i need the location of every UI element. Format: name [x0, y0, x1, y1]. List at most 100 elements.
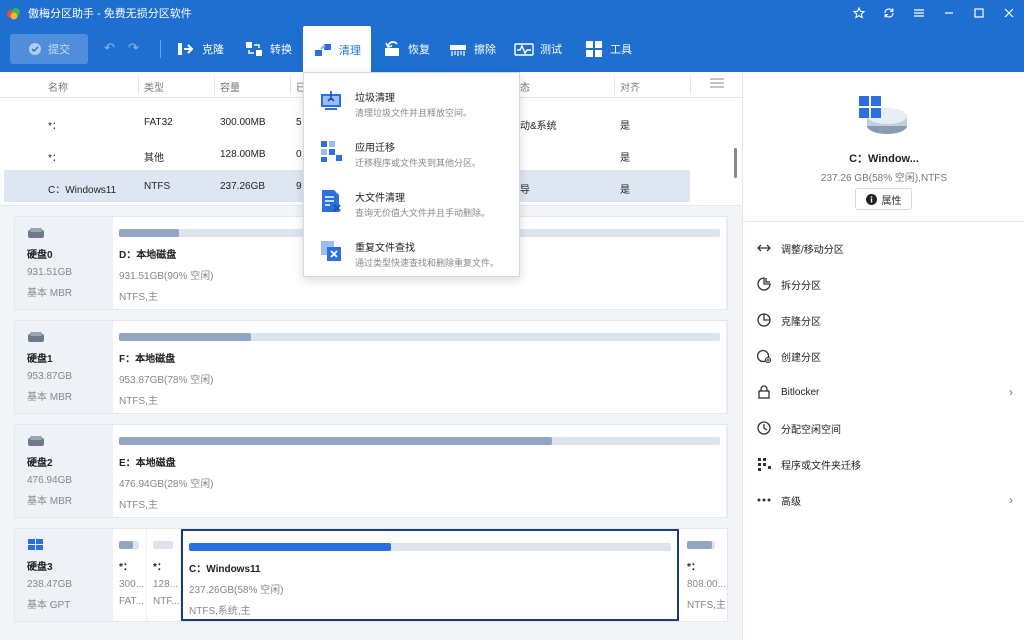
- partition-block-selected[interactable]: C：Windows11 237.26GB(58% 空闲) NTFS,系统,主: [181, 529, 679, 621]
- menu-item-desc: 查询无价值大文件并且手动删除。: [355, 208, 491, 218]
- op-advanced[interactable]: 高级 ›: [743, 486, 1024, 514]
- row-status: 动&系统: [520, 121, 557, 132]
- row-type: FAT32: [144, 117, 173, 128]
- create-partition-icon: [757, 349, 771, 363]
- usage-fill: [687, 541, 713, 549]
- op-split[interactable]: 拆分分区: [743, 270, 1024, 298]
- partition-block[interactable]: *： 808.00... NTFS,主: [681, 529, 727, 621]
- partition-fs: NTFS,主: [687, 600, 726, 611]
- op-label: 分配空闲空间: [781, 424, 841, 436]
- row-name: C：Windows11: [48, 185, 117, 196]
- partition-block[interactable]: *： 128... NTF...: [147, 529, 181, 621]
- toolbar-recover-button[interactable]: 恢复: [382, 26, 430, 72]
- minimize-icon[interactable]: [934, 0, 964, 26]
- toolbar-clone-button[interactable]: 克隆: [176, 26, 224, 72]
- toolbar-clean-button[interactable]: 清理: [303, 26, 371, 74]
- column-header-name[interactable]: 名称: [48, 79, 68, 94]
- row-type: NTFS: [144, 181, 171, 192]
- disk-info: 硬盘1 953.87GB 基本 MBR: [15, 321, 113, 413]
- partition-detail: 808.00...: [687, 579, 726, 590]
- op-clone-partition[interactable]: 克隆分区: [743, 306, 1024, 334]
- menu-icon[interactable]: [904, 0, 934, 26]
- disk-card-3[interactable]: 硬盘3 238.47GB 基本 GPT *： 300... FAT... *： …: [14, 528, 728, 622]
- usage-fill: [119, 437, 552, 445]
- split-icon: [757, 277, 771, 291]
- menu-item-large-file-clean[interactable]: 大文件清理 查询无价值大文件并且手动删除。: [304, 177, 521, 227]
- op-allocate-free-space[interactable]: 分配空闲空间: [743, 414, 1024, 442]
- disk-card-2[interactable]: 硬盘2 476.94GB 基本 MBR E：本地磁盘 476.94GB(28% …: [14, 424, 728, 518]
- properties-button[interactable]: 属性: [855, 188, 912, 210]
- close-icon[interactable]: [994, 0, 1024, 26]
- column-divider[interactable]: [138, 76, 139, 94]
- disk-style: 基本 MBR: [27, 392, 72, 403]
- wipe-icon: [450, 45, 466, 56]
- recover-icon: [385, 41, 399, 56]
- redo-icon[interactable]: ↷: [128, 40, 139, 56]
- row-used: 0: [296, 149, 302, 160]
- info-icon: [865, 193, 877, 205]
- selected-partition-name: C：Window...: [849, 153, 919, 165]
- clean-icon: [315, 44, 331, 56]
- column-divider[interactable]: [614, 76, 615, 94]
- usage-bar: [153, 541, 173, 549]
- toolbar-test-label: 测试: [540, 44, 562, 56]
- menu-item-junk-clean[interactable]: 垃圾清理 清理垃圾文件并且释放空间。: [304, 77, 521, 127]
- disk-style: 基本 GPT: [27, 600, 71, 611]
- undo-icon[interactable]: ↶: [104, 40, 115, 56]
- toolbar-recover-label: 恢复: [408, 44, 430, 56]
- column-divider[interactable]: [214, 76, 215, 94]
- clone-partition-icon: [757, 313, 771, 327]
- usage-fill: [189, 543, 392, 551]
- column-divider[interactable]: [290, 76, 291, 94]
- refresh-icon[interactable]: [874, 0, 904, 26]
- op-create-partition[interactable]: 创建分区: [743, 342, 1024, 370]
- column-settings-icon[interactable]: [710, 78, 724, 91]
- row-capacity: 300.00MB: [220, 117, 266, 128]
- partition-detail: 300...: [119, 579, 145, 590]
- toolbar-tools-button[interactable]: 工具: [584, 26, 632, 72]
- partition-name: F：本地磁盘: [119, 354, 176, 365]
- op-resize-move[interactable]: 调整/移动分区: [743, 234, 1024, 262]
- toolbar: 提交 ↶ ↷ 克隆 转换 清理 恢复 擦除 测试 工具: [0, 26, 1024, 74]
- usage-bar: [189, 543, 671, 551]
- duplicate-file-icon: [321, 241, 341, 261]
- row-capacity: 237.26GB: [220, 181, 266, 192]
- table-scrollbar[interactable]: [734, 148, 737, 178]
- maximize-icon[interactable]: [964, 0, 994, 26]
- toolbar-convert-label: 转换: [270, 44, 292, 56]
- column-divider[interactable]: [690, 76, 691, 94]
- menu-item-desc: 通过类型快速查找和删除重复文件。: [355, 258, 500, 268]
- op-app-folder-migrate[interactable]: 程序或文件夹迁移: [743, 450, 1024, 478]
- commit-button[interactable]: 提交: [10, 34, 88, 64]
- commit-label: 提交: [48, 44, 70, 56]
- toolbar-convert-button[interactable]: 转换: [244, 26, 292, 72]
- partition-name: *：: [687, 562, 701, 573]
- column-header-status[interactable]: 态: [520, 79, 530, 94]
- usage-bar: [119, 333, 720, 341]
- menu-item-app-mover[interactable]: 应用迁移 迁移程序或文件夹到其他分区。: [304, 127, 521, 177]
- toolbar-wipe-button[interactable]: 擦除: [448, 26, 496, 72]
- toolbar-test-button[interactable]: 测试: [514, 26, 562, 72]
- toolbar-clean-label: 清理: [339, 45, 361, 57]
- op-bitlocker[interactable]: Bitlocker ›: [743, 378, 1024, 406]
- column-header-capacity[interactable]: 容量: [220, 79, 240, 94]
- partition-fs: FAT...: [119, 596, 144, 607]
- allocate-icon: [757, 421, 771, 435]
- column-header-type[interactable]: 类型: [144, 79, 164, 94]
- partition-block[interactable]: E：本地磁盘 476.94GB(28% 空闲) NTFS,主: [113, 425, 727, 517]
- clean-dropdown-menu: 垃圾清理 清理垃圾文件并且释放空间。 应用迁移 迁移程序或文件夹到其他分区。 大…: [303, 72, 520, 277]
- partition-block[interactable]: *： 300... FAT...: [113, 529, 147, 621]
- theme-star-icon[interactable]: [844, 0, 874, 26]
- row-name: *：: [48, 121, 62, 132]
- partition-block[interactable]: F：本地磁盘 953.87GB(78% 空闲) NTFS,主: [113, 321, 727, 413]
- selected-partition-summary: C：Window... 237.26 GB(58% 空闲),NTFS 属性: [743, 72, 1024, 222]
- menu-item-duplicate-finder[interactable]: 重复文件查找 通过类型快速查找和删除重复文件。: [304, 227, 521, 277]
- disk-info: 硬盘2 476.94GB 基本 MBR: [15, 425, 113, 517]
- disk-card-1[interactable]: 硬盘1 953.87GB 基本 MBR F：本地磁盘 953.87GB(78% …: [14, 320, 728, 414]
- disk-style: 基本 MBR: [27, 496, 72, 507]
- disk-name: 硬盘2: [27, 458, 53, 469]
- partition-name: E：本地磁盘: [119, 458, 176, 469]
- app-mover-icon: [321, 141, 342, 162]
- column-header-align[interactable]: 对齐: [620, 79, 640, 94]
- disk-name: 硬盘1: [27, 354, 53, 365]
